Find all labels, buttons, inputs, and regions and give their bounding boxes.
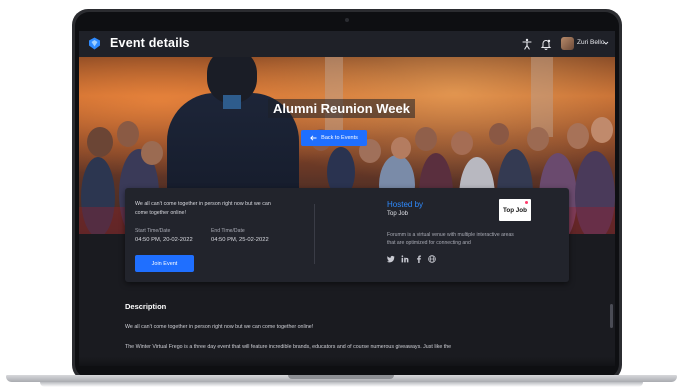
event-info-card: We all can't come together in person rig… [125,188,569,282]
camera-dot [345,18,349,22]
description-paragraph: We all can't come together in person rig… [125,324,314,330]
description-heading: Description [125,302,167,311]
host-name[interactable]: Top Job [387,211,408,217]
event-title: Alumni Reunion Week [268,99,415,118]
start-time-label: Start Time/Date [135,228,171,234]
back-to-events-button[interactable]: Back to Events [301,130,367,146]
back-button-label: Back to Events [321,135,358,141]
end-time-label: End Time/Date [211,228,245,234]
join-event-button[interactable]: Join Event [135,255,194,272]
hosted-by-label: Hosted by [387,200,424,209]
arrow-left-icon [310,135,317,141]
end-time-value: 04:50 PM, 25-02-2022 [211,237,269,243]
start-time-value: 04:50 PM, 20-02-2022 [135,237,193,243]
host-logo[interactable]: Top Job [499,199,531,221]
user-name[interactable]: Zuri Bello [577,39,604,46]
accessibility-icon[interactable] [521,38,533,50]
twitter-icon[interactable] [387,255,395,263]
host-logo-text: Top Job [502,206,528,214]
host-description: Forumm is a virtual venue with multiple … [387,232,514,246]
description-paragraph: The Winter Virtual Frego is a three day … [125,344,452,350]
laptop-base [0,372,683,388]
linkedin-icon[interactable] [401,255,409,263]
facebook-icon[interactable] [415,255,423,263]
avatar[interactable] [561,37,574,50]
chevron-down-icon[interactable] [603,40,609,46]
app-screen: Event details Zuri Bello Alumni Reunion … [79,31,615,366]
event-short-description: We all can't come together in person rig… [135,201,271,216]
page-title: Event details [110,36,190,50]
globe-icon[interactable] [428,255,436,263]
scrollbar[interactable] [610,304,613,328]
card-divider [314,204,315,264]
bell-icon[interactable] [540,38,552,50]
app-header: Event details Zuri Bello [79,31,615,57]
app-logo-icon[interactable] [88,37,101,50]
